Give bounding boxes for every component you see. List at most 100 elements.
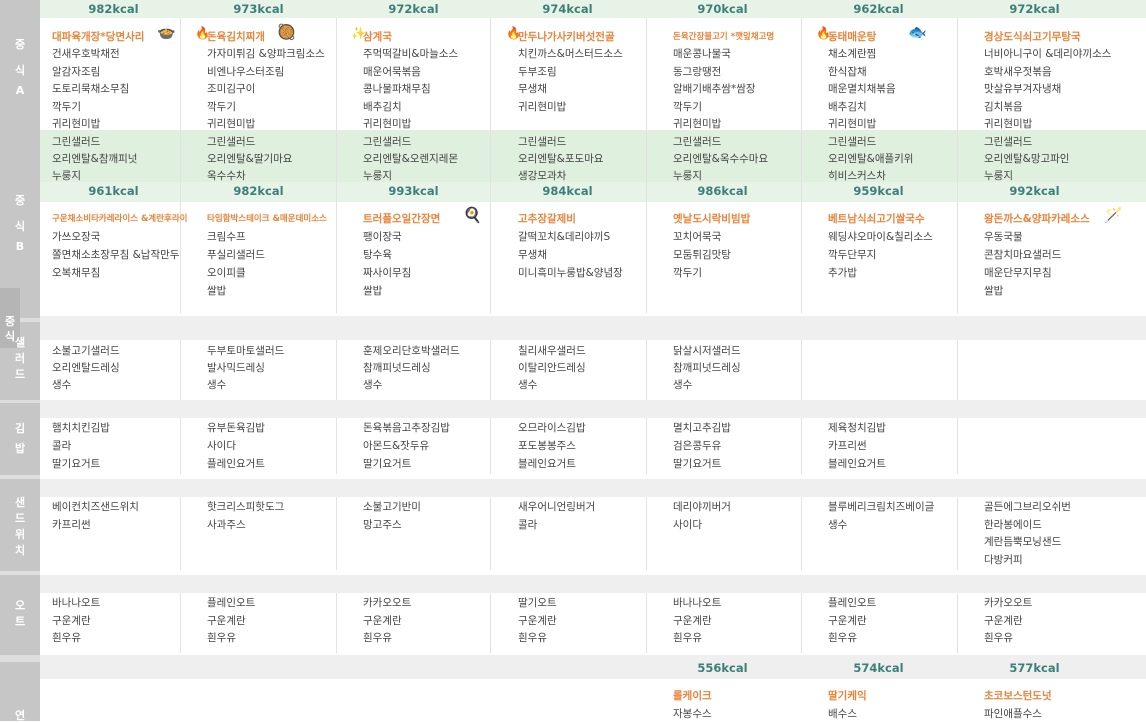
column-divider [490, 18, 491, 313]
sidebar-label: B [15, 240, 25, 253]
gimbap-item: 딸기요거트 [52, 458, 101, 470]
gimbap-item: 검은콩두유 [673, 440, 722, 452]
gimbap-item: 제육청치김밥 [828, 422, 886, 434]
sandwich-item: 망고주스 [363, 518, 402, 531]
kcal-label: 973kcal [233, 2, 284, 16]
sidebar-label: 식 [14, 220, 26, 233]
menu-item: 매운멸치채볶음 [828, 83, 896, 95]
salad-item: 누룽지 [52, 170, 81, 182]
oat-item: 플레인오트 [828, 597, 877, 609]
salad-item: 그린샐러드 [52, 136, 101, 148]
menu-item: 오이피클 [207, 267, 246, 279]
menu-item: 갈떡꼬치&데리야끼S [518, 231, 611, 243]
sidebar-label: 오 [14, 599, 26, 612]
column-divider [957, 418, 958, 474]
column-divider [490, 593, 491, 653]
dessert-title: 초코보스턴도넛 [984, 690, 1052, 702]
kcal-label: 972kcal [388, 2, 439, 16]
column-divider [801, 497, 802, 570]
column-divider [180, 418, 181, 474]
sandwich-item: 사과주스 [207, 518, 246, 531]
menu-item: 건새우호박채전 [52, 48, 120, 60]
food-icon: 🥘 [277, 23, 296, 41]
sidebar-label: 중 [4, 315, 16, 328]
salad-item: 소불고기샐러드 [52, 345, 120, 357]
column-divider [180, 497, 181, 570]
kcal-label: 959kcal [853, 184, 904, 198]
menu-item: 꼬치어묵국 [673, 231, 722, 243]
gimbap-item: 포도봉봉주스 [518, 440, 576, 452]
sidebar-label: A [15, 84, 25, 97]
sidebar-label: 김 [14, 422, 26, 435]
menu-item: 매운단무지무침 [984, 267, 1052, 279]
column-divider [646, 340, 647, 400]
menu-item: 깍두기 [673, 100, 702, 113]
salad-item: 생수 [518, 379, 538, 391]
oat-item: 바나나오트 [52, 597, 101, 609]
gimbap-item: 블레인요거트 [828, 458, 886, 470]
dish-title: 삼계국 [363, 31, 392, 43]
column-divider [490, 418, 491, 474]
sidebar-divider [0, 571, 40, 575]
oat-item: 흰우유 [52, 632, 81, 644]
dish-title: 돈육간장불고기 *깻잎채고명 [673, 32, 775, 42]
salad-item: 오리엔탈&포도마요 [518, 153, 604, 165]
oat-item: 구운계란 [984, 614, 1023, 627]
menu-item: 비엔나우스터조림 [207, 65, 285, 78]
salad-item: 발사믹드레싱 [207, 362, 265, 374]
menu-item: 깍두기 [52, 100, 81, 113]
kcal-label: 984kcal [542, 184, 593, 198]
dish-title: 대파육개장*당면사리 [52, 31, 145, 43]
menu-item: 우동국물 [984, 231, 1023, 243]
food-icon: 🐟 [908, 23, 927, 41]
menu-item: 귀리현미밥 [984, 118, 1033, 130]
menu-item: 탕수육 [363, 249, 392, 261]
sidebar-label: 위 [14, 528, 26, 541]
row-band [40, 324, 1146, 340]
salad-item: 누룽지 [363, 170, 392, 182]
gimbap-item: 콜라 [52, 440, 72, 452]
menu-item: 무생채 [518, 83, 547, 95]
column-divider [646, 418, 647, 474]
kcal-label: 992kcal [1009, 184, 1060, 198]
menu-item: 알감자조림 [52, 65, 101, 78]
dessert-item: 배수스 [828, 708, 857, 720]
dish-title: 동태매운탕 [828, 31, 877, 43]
column-divider [336, 340, 337, 400]
gimbap-item: 딸기요거트 [363, 458, 412, 470]
gimbap-item: 블레인요거트 [518, 458, 576, 470]
dish-title: 돈육김치찌개 [207, 31, 265, 43]
column-divider [801, 340, 802, 400]
menu-item: 쫄면채소초장무침 &납작만두 [52, 249, 180, 261]
kcal-label: 556kcal [697, 661, 748, 675]
menu-item: 귀리현미밥 [673, 118, 722, 130]
menu-item: 매운콩나물국 [673, 48, 731, 60]
salad-item: 그린샐러드 [984, 136, 1033, 148]
dish-title: 구운채소비타카레라이스 &계란후라이 [52, 214, 188, 224]
salad-item: 그린샐러드 [207, 136, 256, 148]
dessert-item: 자봉수스 [673, 708, 712, 720]
menu-item: 배추김치 [363, 100, 402, 113]
sandwich-item: 한라봉에이드 [984, 518, 1042, 531]
row-band [40, 400, 1146, 418]
dessert-title: 롤케이크 [673, 690, 712, 702]
sidebar-label: 식 [14, 64, 26, 77]
dish-title: 베트남식쇠고기쌀국수 [828, 213, 925, 225]
column-divider [801, 418, 802, 474]
gimbap-item: 사이다 [207, 440, 236, 452]
sidebar-label: 중 [14, 38, 26, 51]
menu-item: 가자미튀김 &양파크림소스 [207, 48, 325, 60]
oat-item: 흰우유 [673, 632, 702, 644]
kcal-label: 993kcal [388, 184, 439, 198]
column-divider [801, 18, 802, 313]
salad-item: 오리엔탈&참깨피넛 [52, 153, 138, 165]
salad-item: 그린샐러드 [673, 136, 722, 148]
menu-item: 깍두단무지 [828, 249, 877, 261]
column-divider [957, 593, 958, 653]
row-band [40, 479, 1146, 497]
column-divider [646, 18, 647, 313]
dish-title: 왕돈까스&양파카레소스 [984, 213, 1090, 225]
sidebar-label: 샌 [14, 496, 26, 509]
gimbap-item: 오므라이스김밥 [518, 422, 586, 434]
sidebar-label: 밥 [14, 442, 26, 455]
